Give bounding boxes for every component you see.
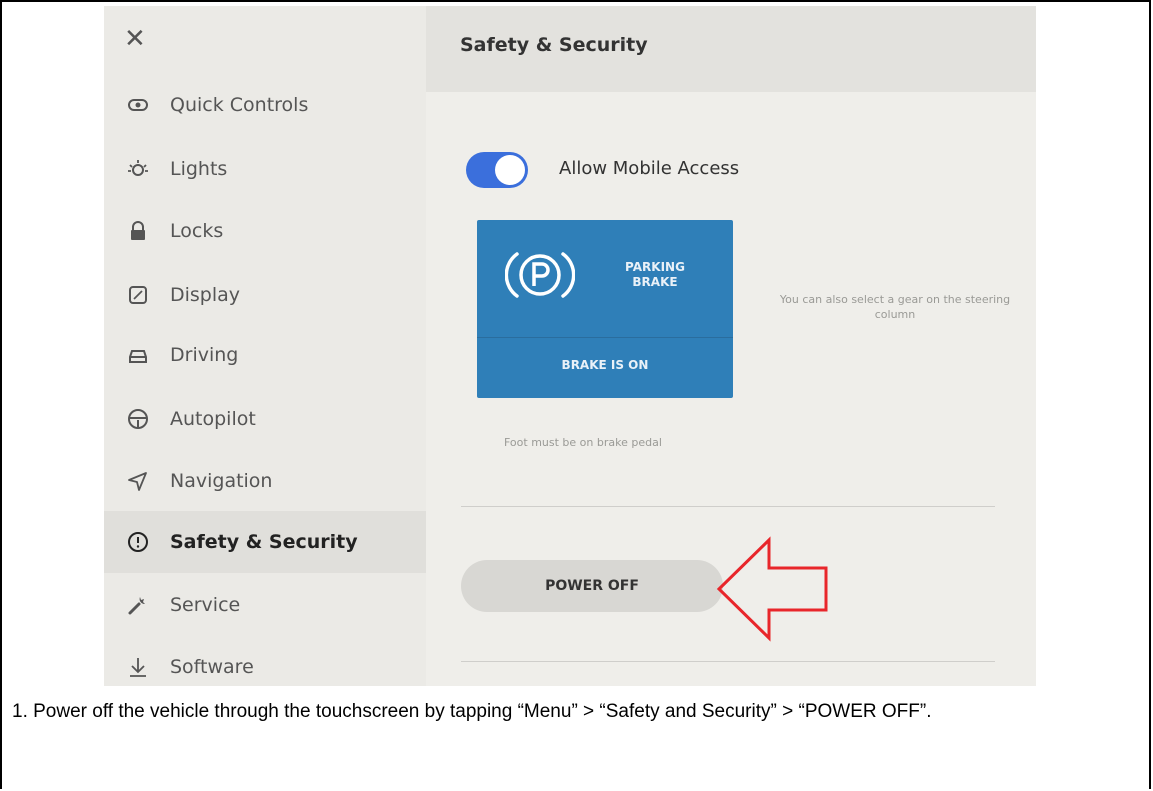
sidebar-item-locks[interactable]: Locks [104, 200, 426, 262]
wrench-icon [126, 593, 150, 617]
sidebar-item-display[interactable]: Display [104, 264, 426, 326]
card-divider [477, 337, 733, 338]
parking-brake-line1: PARKING [625, 260, 685, 274]
alert-circle-icon [126, 530, 150, 554]
brake-status: BRAKE IS ON [561, 358, 649, 372]
sidebar-item-label: Driving [170, 344, 239, 366]
car-icon [126, 343, 150, 367]
quick-controls-icon [126, 93, 150, 117]
parking-brake-line2: BRAKE [632, 275, 678, 289]
lock-icon [126, 219, 150, 243]
mobile-access-label: Allow Mobile Access [559, 158, 740, 179]
parking-brake-button[interactable]: PARKING BRAKE BRAKE IS ON [477, 220, 733, 398]
sidebar-item-label: Display [170, 284, 241, 306]
lights-icon [126, 157, 150, 181]
sidebar-item-safety-security[interactable]: Safety & Security [104, 511, 426, 573]
touchscreen-photo: ✕ Quick Controls Lights Locks Display Dr… [104, 6, 1036, 686]
gear-hint-text: You can also select a gear on the steeri… [779, 293, 1011, 321]
sidebar-item-label: Lights [170, 158, 228, 180]
sidebar-item-driving[interactable]: Driving [104, 324, 426, 386]
instruction-caption: 1. Power off the vehicle through the tou… [12, 701, 932, 722]
sidebar-item-label: Safety & Security [170, 531, 358, 553]
navigation-arrow-icon [126, 469, 150, 493]
sidebar-item-label: Service [170, 594, 241, 616]
sidebar-item-label: Locks [170, 220, 224, 242]
sidebar-item-service[interactable]: Service [104, 574, 426, 636]
parking-brake-label: PARKING BRAKE [595, 260, 715, 290]
sidebar-item-navigation[interactable]: Navigation [104, 450, 426, 512]
section-divider [461, 506, 995, 507]
power-off-button[interactable]: POWER OFF [461, 560, 723, 612]
section-divider [461, 661, 995, 662]
sidebar-item-autopilot[interactable]: Autopilot [104, 388, 426, 450]
steering-wheel-icon [126, 407, 150, 431]
sidebar-item-software[interactable]: Software [104, 636, 426, 686]
sidebar-item-lights[interactable]: Lights [104, 138, 426, 200]
red-arrow-annotation [716, 536, 828, 642]
sidebar-item-quick-controls[interactable]: Quick Controls [104, 74, 426, 136]
mobile-access-toggle[interactable] [466, 152, 528, 188]
close-icon[interactable]: ✕ [124, 24, 146, 54]
download-icon [126, 655, 150, 679]
sidebar-item-label: Software [170, 656, 254, 678]
sidebar-item-label: Navigation [170, 470, 273, 492]
sidebar-item-label: Autopilot [170, 408, 256, 430]
display-icon [126, 283, 150, 307]
sidebar-item-label: Quick Controls [170, 94, 309, 116]
sidebar: ✕ Quick Controls Lights Locks Display Dr… [104, 6, 426, 686]
foot-hint-text: Foot must be on brake pedal [504, 436, 662, 449]
toggle-knob [495, 155, 525, 185]
page-title: Safety & Security [460, 34, 648, 56]
parking-brake-icon [505, 252, 575, 298]
